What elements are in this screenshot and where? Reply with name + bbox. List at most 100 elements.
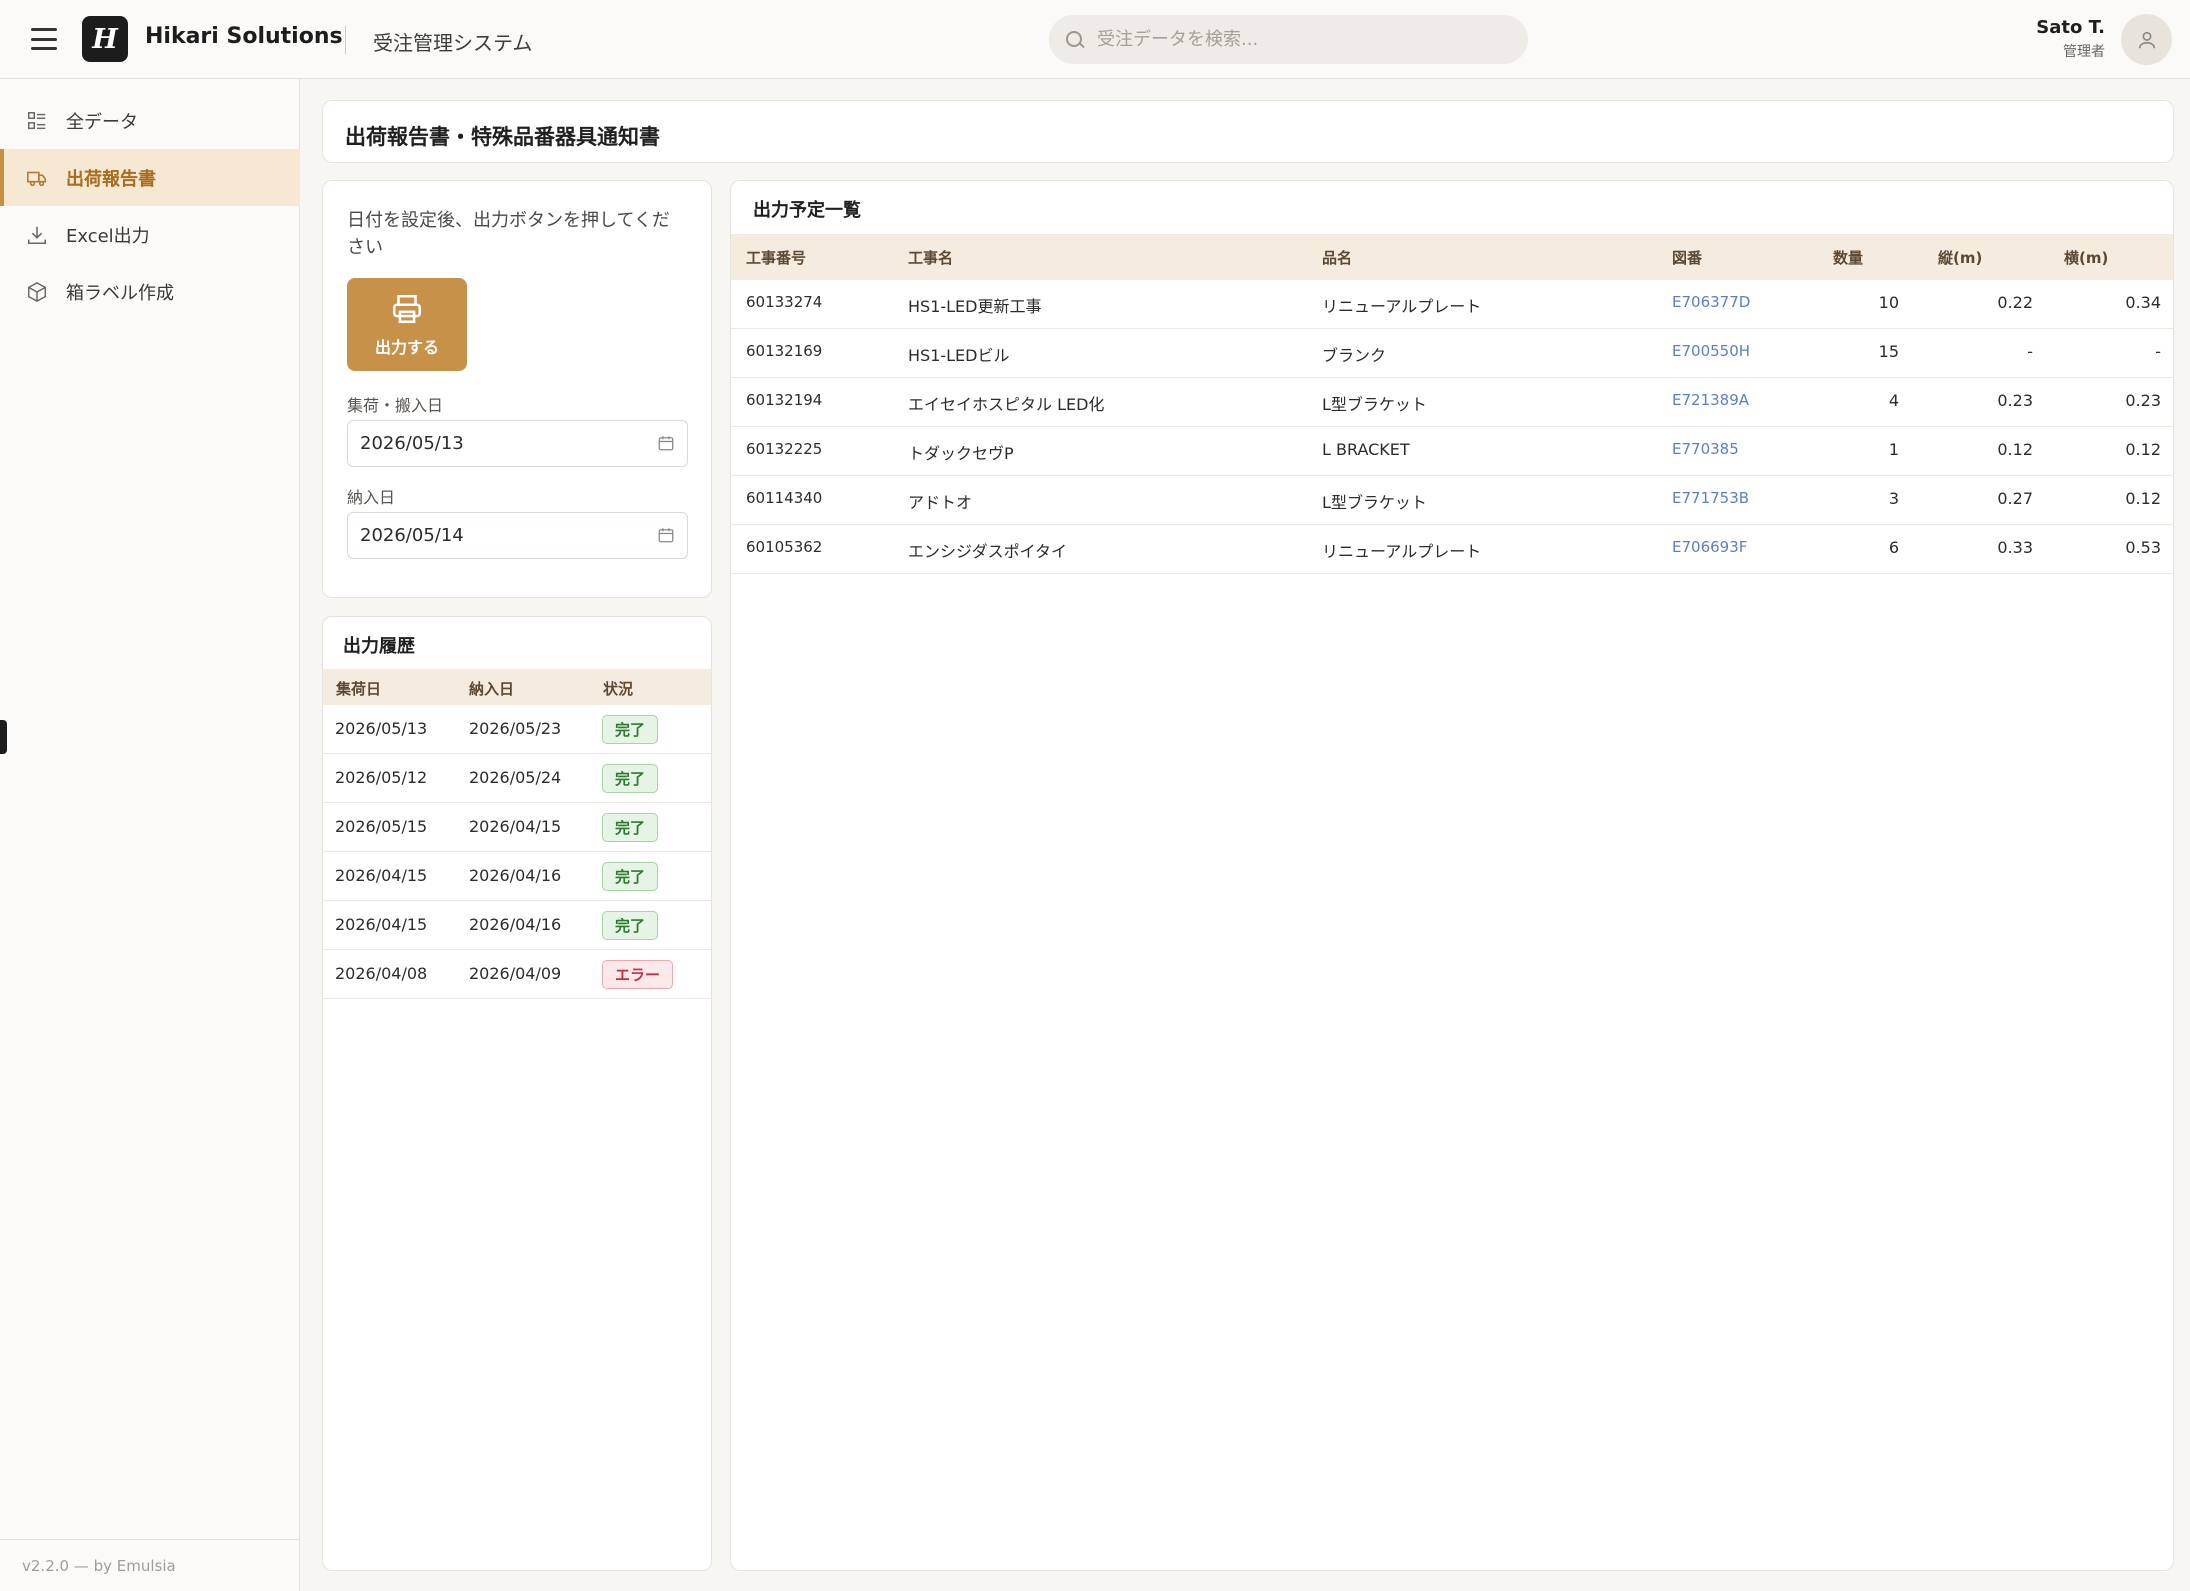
- hamburger-menu-icon[interactable]: [31, 28, 57, 50]
- status-badge: 完了: [602, 862, 659, 891]
- quantity: 15: [1878, 342, 1899, 361]
- history-row[interactable]: 2026/05/13 2026/05/23 完了: [323, 705, 711, 754]
- edge-handle[interactable]: [0, 720, 7, 754]
- pickup-date-field[interactable]: 2026/05/13: [347, 420, 688, 467]
- history-row[interactable]: 2026/05/15 2026/04/15 完了: [323, 803, 711, 852]
- item-name: L型ブラケット: [1322, 493, 1427, 512]
- status-badge: 完了: [602, 715, 659, 744]
- export-history-card: 出力履歴 集荷日 納入日 状況 2026/05/13 2026/05/23 完了 20…: [322, 616, 712, 1571]
- column-header: 数量: [1833, 249, 1864, 267]
- drawing-number-link[interactable]: E771753B: [1672, 489, 1749, 507]
- history-pickup-date: 2026/05/12: [335, 768, 428, 787]
- project-number: 60133274: [746, 293, 823, 311]
- project-number: 60132194: [746, 391, 823, 409]
- history-delivery-date: 2026/05/24: [469, 768, 562, 787]
- history-row[interactable]: 2026/05/12 2026/05/24 完了: [323, 754, 711, 803]
- output-schedule-card: 出力予定一覧 工事番号 工事名 品名 図番 数量 縦(m) 横(m) 60133…: [730, 180, 2174, 1571]
- project-name: エイセイホスピタル LED化: [908, 395, 1105, 414]
- history-delivery-date: 2026/05/23: [469, 719, 562, 738]
- status-badge: 完了: [602, 813, 659, 842]
- project-number: 60132225: [746, 440, 823, 458]
- download-icon: [26, 224, 48, 246]
- project-name: HS1-LEDビル: [908, 346, 1010, 365]
- sidebar-item-shipping-report[interactable]: 出荷報告書: [0, 149, 300, 206]
- width-m: 0.12: [2125, 440, 2161, 459]
- width-m: 0.53: [2125, 538, 2161, 557]
- column-header: 図番: [1672, 249, 1703, 267]
- height-m: 0.12: [1997, 440, 2033, 459]
- table-row[interactable]: 60132225 トダックセヴP L BRACKET E770385 1 0.12 0.12: [731, 427, 2173, 476]
- table-row[interactable]: 60114340 アドトオ L型ブラケット E771753B 3 0.27 0.12: [731, 476, 2173, 525]
- item-name: ブランク: [1322, 346, 1387, 365]
- table-row[interactable]: 60133274 HS1-LED更新工事 リニューアルプレート E706377D 10 0…: [731, 280, 2173, 329]
- drawing-number-link[interactable]: E700550H: [1672, 342, 1750, 360]
- drawing-number-link[interactable]: E706693F: [1672, 538, 1747, 556]
- column-header: 納入日: [469, 680, 515, 698]
- top-header: H Hikari Solutions 受注管理システム Sato T. 管理者: [0, 0, 2190, 79]
- pickup-date-label: 集荷・搬入日: [347, 396, 444, 415]
- height-m: 0.22: [1997, 293, 2033, 312]
- status-badge: エラー: [602, 960, 674, 989]
- table-row[interactable]: 60132194 エイセイホスピタル LED化 L型ブラケット E721389A 4 0.…: [731, 378, 2173, 427]
- export-button[interactable]: 出力する: [347, 278, 467, 371]
- sidebar-item-box-label[interactable]: 箱ラベル作成: [0, 263, 300, 320]
- project-number: 60132169: [746, 342, 823, 360]
- column-header: 品名: [1322, 249, 1353, 267]
- schedule-title: 出力予定一覧: [753, 200, 861, 221]
- history-row[interactable]: 2026/04/15 2026/04/16 完了: [323, 901, 711, 950]
- export-button-label: 出力する: [374, 337, 439, 357]
- drawing-number-link[interactable]: E706377D: [1672, 293, 1750, 311]
- history-row[interactable]: 2026/04/08 2026/04/09 エラー: [323, 950, 711, 999]
- delivery-date-field[interactable]: 2026/05/14: [347, 512, 688, 559]
- table-row[interactable]: 60105362 エンシジダスポイタイ リニューアルプレート E706693F 6 0.3…: [731, 525, 2173, 574]
- user-role: 管理者: [2063, 44, 2105, 60]
- column-header: 工事名: [908, 249, 954, 267]
- page-title: 出荷報告書・特殊品番器具通知書: [345, 125, 660, 149]
- sidebar-item-label: Excel出力: [66, 225, 150, 247]
- sidebar-item-excel-export[interactable]: Excel出力: [0, 206, 300, 263]
- table-row[interactable]: 60132169 HS1-LEDビル ブランク E700550H 15 - -: [731, 329, 2173, 378]
- search-input[interactable]: [1097, 29, 1497, 50]
- history-delivery-date: 2026/04/16: [469, 866, 562, 885]
- calendar-icon[interactable]: [657, 526, 675, 544]
- drawing-number-link[interactable]: E721389A: [1672, 391, 1749, 409]
- user-icon: [2138, 31, 2155, 48]
- instruction-text: 日付を設定後、出力ボタンを押してください: [347, 210, 670, 258]
- drawing-number-link[interactable]: E770385: [1672, 440, 1739, 458]
- avatar[interactable]: [2121, 14, 2172, 65]
- height-m: 0.33: [1997, 538, 2033, 557]
- item-name: リニューアルプレート: [1322, 542, 1482, 561]
- quantity: 4: [1888, 391, 1899, 410]
- truck-icon: [26, 167, 48, 189]
- history-pickup-date: 2026/05/13: [335, 719, 428, 738]
- search-bar[interactable]: [1049, 15, 1528, 64]
- height-m: 0.27: [1997, 489, 2033, 508]
- width-m: 0.34: [2125, 293, 2161, 312]
- page-title-card: 出荷報告書・特殊品番器具通知書: [322, 100, 2174, 163]
- sidebar: 全データ 出荷報告書 Excel出力 箱ラベル作成 v2.2.0 — by Em…: [0, 79, 300, 1591]
- project-name: HS1-LED更新工事: [908, 297, 1042, 316]
- item-name: L BRACKET: [1322, 440, 1410, 459]
- column-header: 横(m): [2064, 249, 2109, 267]
- project-name: トダックセヴP: [908, 444, 1014, 463]
- schedule-table-header: 工事番号 工事名 品名 図番 数量 縦(m) 横(m): [731, 234, 2173, 280]
- search-icon: [1065, 30, 1085, 50]
- history-pickup-date: 2026/04/15: [335, 915, 428, 934]
- pickup-date-value: 2026/05/13: [360, 433, 464, 454]
- calendar-icon[interactable]: [657, 434, 675, 452]
- quantity: 3: [1888, 489, 1899, 508]
- project-name: エンシジダスポイタイ: [908, 542, 1068, 561]
- sidebar-item-label: 全データ: [66, 111, 138, 133]
- sidebar-item-all-data[interactable]: 全データ: [0, 92, 300, 149]
- column-header: 状況: [603, 680, 634, 698]
- history-pickup-date: 2026/05/15: [335, 817, 428, 836]
- history-pickup-date: 2026/04/08: [335, 964, 428, 983]
- printer-icon: [392, 294, 422, 323]
- history-title: 出力履歴: [343, 636, 415, 657]
- history-row[interactable]: 2026/04/15 2026/04/16 完了: [323, 852, 711, 901]
- width-m: 0.12: [2125, 489, 2161, 508]
- brand-divider: [345, 26, 346, 54]
- sidebar-item-label: 出荷報告書: [66, 168, 156, 190]
- grid-list-icon: [26, 110, 48, 132]
- project-name: アドトオ: [908, 493, 973, 512]
